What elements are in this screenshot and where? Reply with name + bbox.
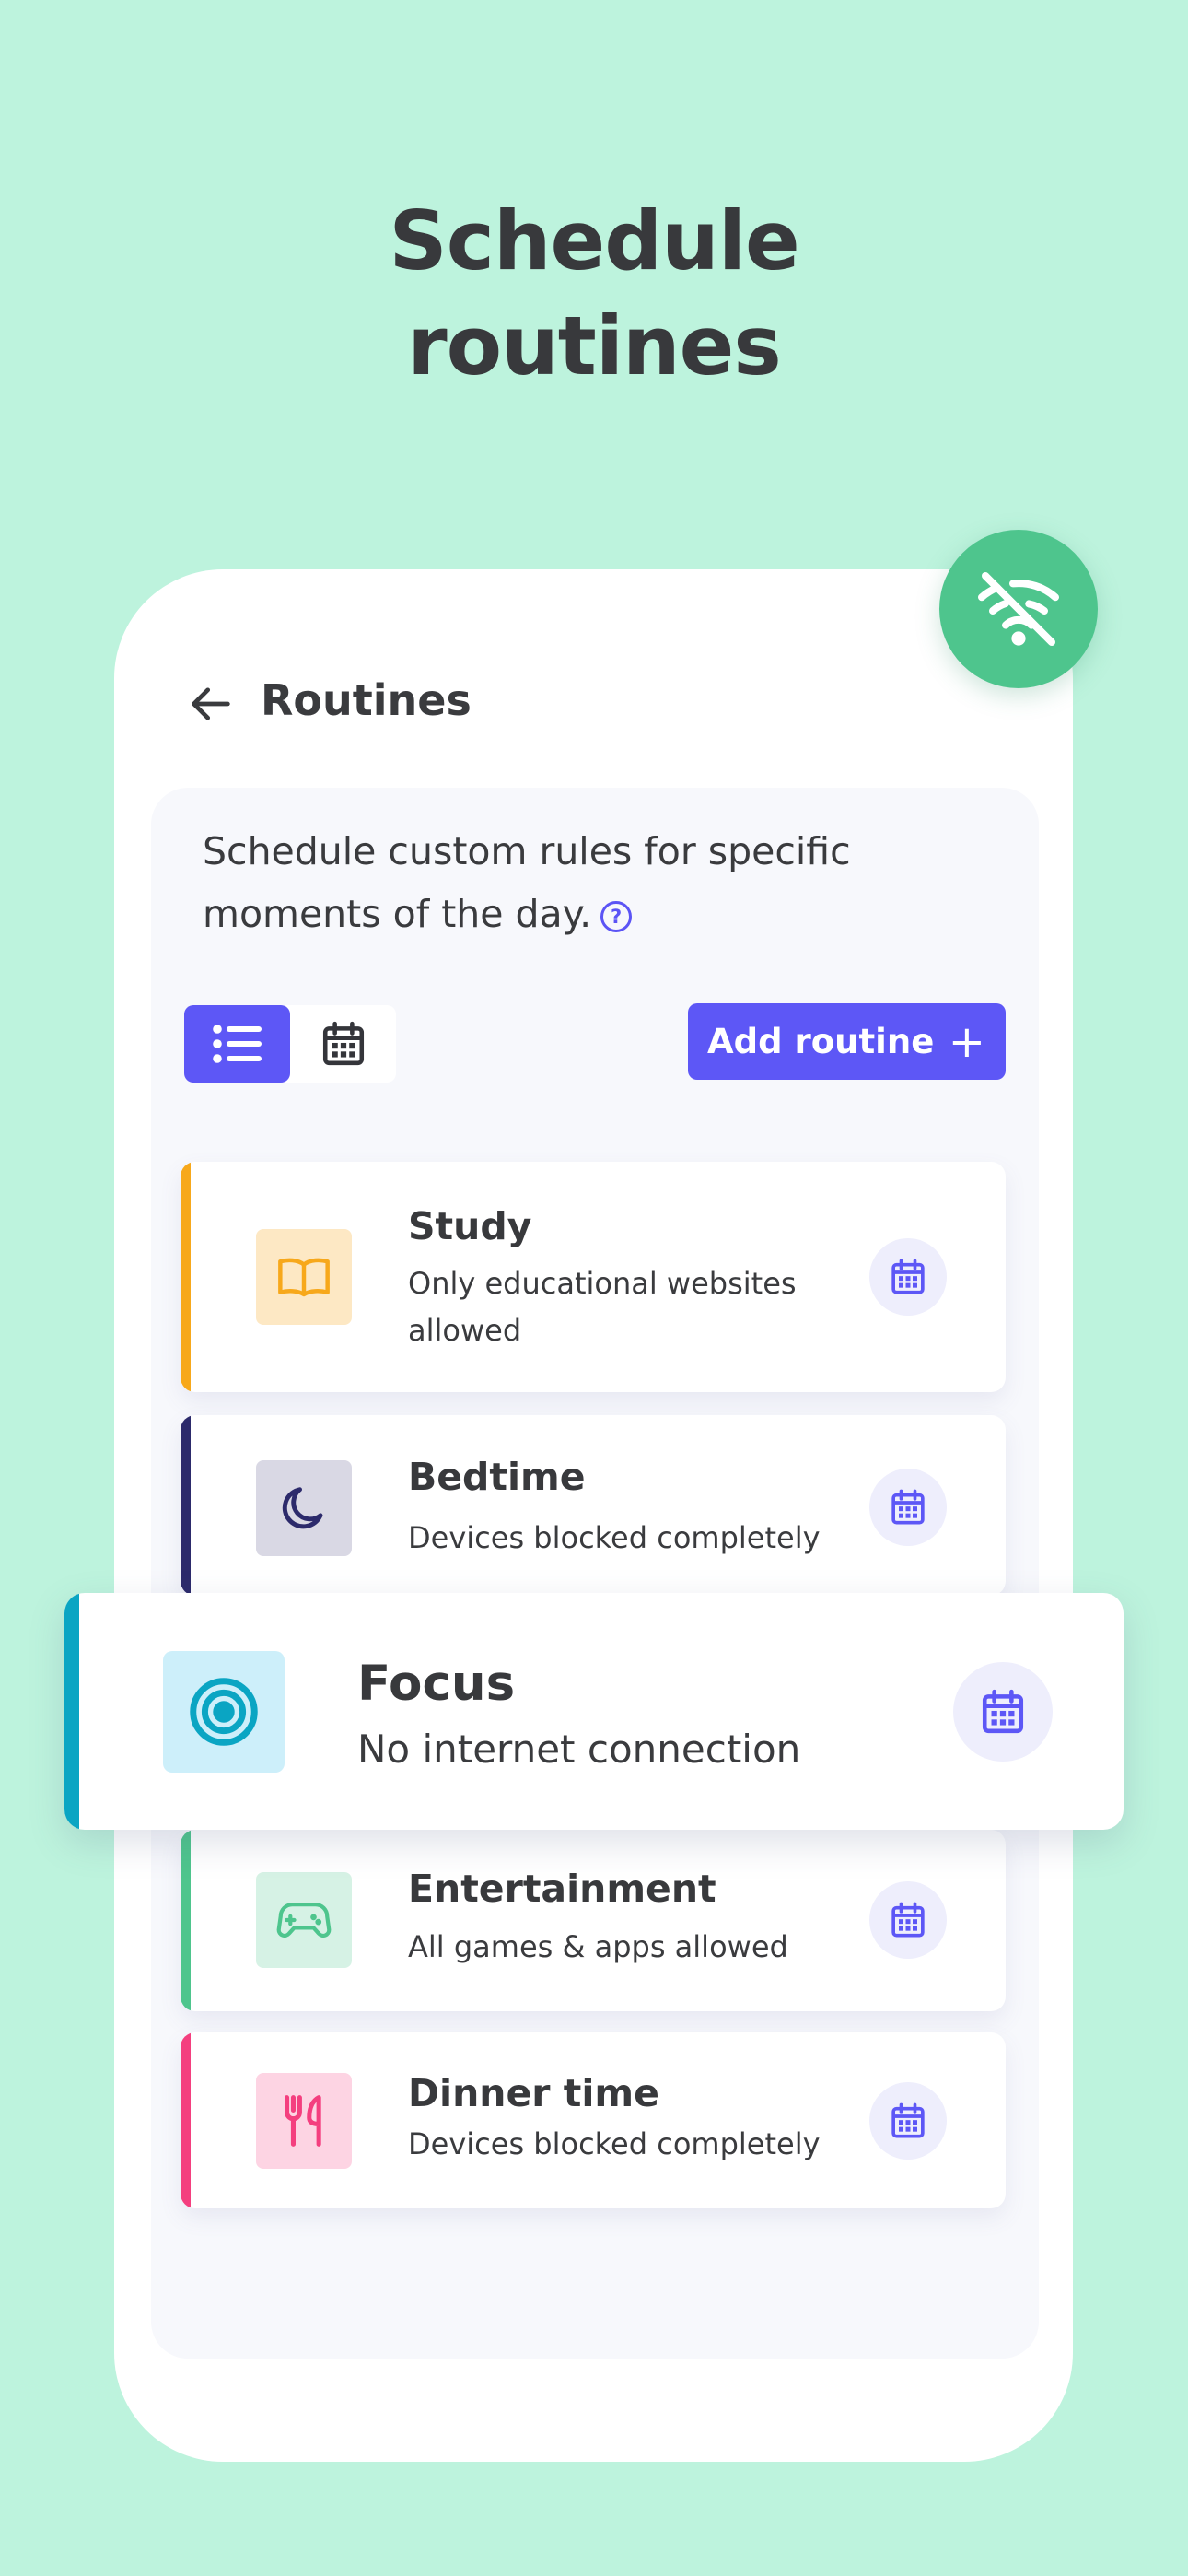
back-button[interactable] — [184, 676, 239, 732]
list-icon — [212, 1025, 262, 1063]
routine-description: Only educational websites allowed — [408, 1266, 797, 1348]
routine-card-dinner-time[interactable]: Dinner time Devices blocked completely — [181, 2032, 1006, 2208]
help-icon[interactable]: ? — [600, 901, 633, 932]
screen-title: Routines — [261, 675, 472, 725]
cutlery-icon — [285, 2095, 321, 2147]
book-icon — [278, 1258, 330, 1297]
list-view-button[interactable] — [184, 1005, 290, 1083]
entertainment-icon-tile — [256, 1872, 352, 1968]
gamepad-icon — [276, 1903, 332, 1938]
arrow-left-icon — [192, 687, 230, 720]
schedule-button[interactable] — [869, 1469, 947, 1546]
bedtime-icon-tile — [256, 1460, 352, 1556]
dinner-icon-tile — [256, 2073, 352, 2169]
routine-card-focus[interactable]: Focus No internet connection — [64, 1593, 1124, 1830]
routine-title: Focus — [357, 1656, 516, 1712]
headline: Schedule routines — [0, 189, 1188, 399]
routine-title: Bedtime — [408, 1455, 586, 1499]
schedule-button[interactable] — [869, 1881, 947, 1959]
routine-description: Devices blocked completely — [408, 1520, 821, 1555]
calendar-icon — [982, 1689, 1024, 1734]
routine-description: All games & apps allowed — [408, 1929, 788, 1964]
target-icon — [190, 1678, 258, 1746]
calendar-icon — [891, 2102, 925, 2138]
add-routine-button[interactable]: Add routine + — [688, 1003, 1006, 1080]
schedule-button[interactable] — [869, 1238, 947, 1316]
calendar-icon — [891, 1489, 925, 1525]
view-toggle — [184, 1005, 396, 1083]
card-stripe — [64, 1593, 79, 1830]
wifi-off-icon — [978, 572, 1059, 646]
card-stripe — [181, 1415, 191, 1596]
routine-description: No internet connection — [357, 1727, 801, 1772]
calendar-icon — [322, 1021, 364, 1066]
study-icon-tile — [256, 1229, 352, 1325]
focus-icon-tile — [163, 1651, 285, 1773]
routine-title: Study — [408, 1204, 532, 1248]
schedule-button[interactable] — [869, 2082, 947, 2160]
add-routine-label: Add routine — [707, 1022, 935, 1061]
calendar-icon — [891, 1902, 925, 1938]
headline-line-2: routines — [407, 299, 781, 393]
routine-card-study[interactable]: Study Only educational websites allowed — [181, 1162, 1006, 1392]
moon-icon — [282, 1487, 323, 1529]
card-stripe — [181, 1162, 191, 1392]
calendar-icon — [891, 1259, 925, 1294]
calendar-view-button[interactable] — [290, 1005, 396, 1083]
routine-description: Devices blocked completely — [408, 2126, 821, 2161]
intro-text: Schedule custom rules for specific momen… — [203, 820, 921, 945]
card-stripe — [181, 2032, 191, 2208]
card-stripe — [181, 1830, 191, 2011]
routine-title: Entertainment — [408, 1867, 716, 1911]
intro-text-content: Schedule custom rules for specific momen… — [203, 829, 851, 936]
routine-title: Dinner time — [408, 2071, 659, 2115]
wifi-off-badge — [939, 530, 1098, 688]
routine-card-entertainment[interactable]: Entertainment All games & apps allowed — [181, 1830, 1006, 2011]
routine-card-bedtime[interactable]: Bedtime Devices blocked completely — [181, 1415, 1006, 1596]
headline-line-1: Schedule — [389, 193, 799, 288]
plus-icon: + — [948, 1015, 985, 1068]
schedule-button[interactable] — [953, 1662, 1053, 1762]
